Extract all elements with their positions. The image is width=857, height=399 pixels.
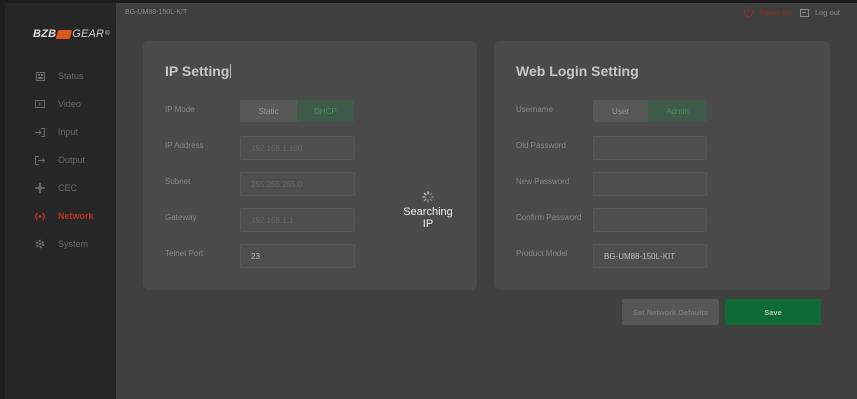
- new-password-label: New Password: [516, 177, 570, 186]
- ip-setting-card: IP Setting IP Mode Static DHCP IP Addres…: [143, 41, 477, 290]
- logo-mark-icon: [56, 29, 73, 39]
- product-model-label: Product Model: [516, 249, 568, 258]
- sidebar-item-label: Video: [58, 99, 81, 109]
- main-content: IP Setting IP Mode Static DHCP IP Addres…: [116, 25, 857, 399]
- subnet-field[interactable]: 255.255.255.0: [240, 172, 355, 196]
- card-title: IP Setting: [165, 63, 232, 79]
- ip-mode-label: IP Mode: [165, 105, 195, 114]
- confirm-password-field[interactable]: [593, 208, 707, 232]
- loading-text: Searching IP: [403, 206, 453, 230]
- loading-overlay: Searching IP: [398, 190, 458, 230]
- status-icon: [35, 71, 45, 81]
- sidebar-item-network[interactable]: Network: [5, 206, 116, 226]
- sidebar-item-cec[interactable]: CEC: [5, 178, 116, 198]
- sidebar-item-input[interactable]: Input: [5, 122, 116, 142]
- save-button[interactable]: Save: [725, 299, 821, 325]
- new-password-field[interactable]: [593, 172, 707, 196]
- power-icon[interactable]: [744, 7, 754, 17]
- logout-button[interactable]: Log out: [815, 8, 840, 17]
- input-icon: [35, 127, 45, 137]
- old-password-field[interactable]: [593, 136, 707, 160]
- sidebar-item-label: Output: [58, 155, 86, 165]
- telnet-port-label: Telnet Port: [165, 249, 204, 258]
- spinner-icon: [422, 190, 434, 203]
- ip-address-label: IP Address: [165, 141, 204, 150]
- top-bar: BG-UM88-150L-KIT Power on Log out: [116, 3, 857, 25]
- brand-logo: BZB GEAR ®: [33, 28, 110, 40]
- old-password-label: Old Password: [516, 141, 566, 150]
- network-icon: [35, 211, 45, 221]
- sidebar-item-label: Input: [58, 127, 79, 137]
- logout-icon[interactable]: [799, 8, 809, 17]
- top-actions: Power on Log out: [744, 7, 840, 17]
- username-label: Username: [516, 105, 553, 114]
- ip-address-field[interactable]: 192.168.1.100: [240, 136, 355, 160]
- cec-icon: [35, 183, 45, 193]
- subnet-label: Subnet: [165, 177, 191, 186]
- sidebar: BZB GEAR ® Status Video Input Output CEC…: [5, 3, 116, 399]
- sidebar-item-label: Network: [58, 211, 94, 221]
- username-user-option[interactable]: User: [593, 100, 648, 122]
- breadcrumb: BG-UM88-150L-KIT: [125, 9, 188, 16]
- sidebar-item-status[interactable]: Status: [5, 66, 116, 86]
- telnet-port-field[interactable]: 23: [240, 244, 355, 268]
- username-admin-option[interactable]: Admin: [648, 100, 707, 122]
- power-button[interactable]: Power on: [759, 8, 791, 17]
- output-icon: [35, 155, 45, 165]
- ip-mode-dhcp-option[interactable]: DHCP: [297, 100, 354, 122]
- product-model-field: BG-UM88-150L-KIT: [593, 244, 707, 268]
- sidebar-item-system[interactable]: System: [5, 234, 116, 254]
- ip-mode-static-option[interactable]: Static: [240, 100, 297, 122]
- card-title: Web Login Setting: [516, 63, 639, 79]
- username-toggle: User Admin: [593, 100, 707, 122]
- gateway-label: Gateway: [165, 213, 197, 222]
- sidebar-item-label: System: [58, 239, 89, 249]
- web-login-card: Web Login Setting Username User Admin Ol…: [494, 41, 830, 290]
- video-icon: [35, 99, 45, 109]
- ip-mode-toggle: Static DHCP: [240, 100, 354, 122]
- sidebar-item-label: CEC: [58, 183, 78, 193]
- sidebar-item-output[interactable]: Output: [5, 150, 116, 170]
- text-cursor: [230, 64, 232, 78]
- gateway-field[interactable]: 192.168.1.1: [240, 208, 355, 232]
- sidebar-item-label: Status: [58, 71, 84, 81]
- system-icon: [35, 239, 45, 249]
- set-network-defaults-button[interactable]: Set Network Defaults: [622, 299, 719, 325]
- app-window: BZB GEAR ® Status Video Input Output CEC…: [0, 0, 857, 399]
- confirm-password-label: Confirm Password: [516, 213, 582, 222]
- sidebar-item-video[interactable]: Video: [5, 94, 116, 114]
